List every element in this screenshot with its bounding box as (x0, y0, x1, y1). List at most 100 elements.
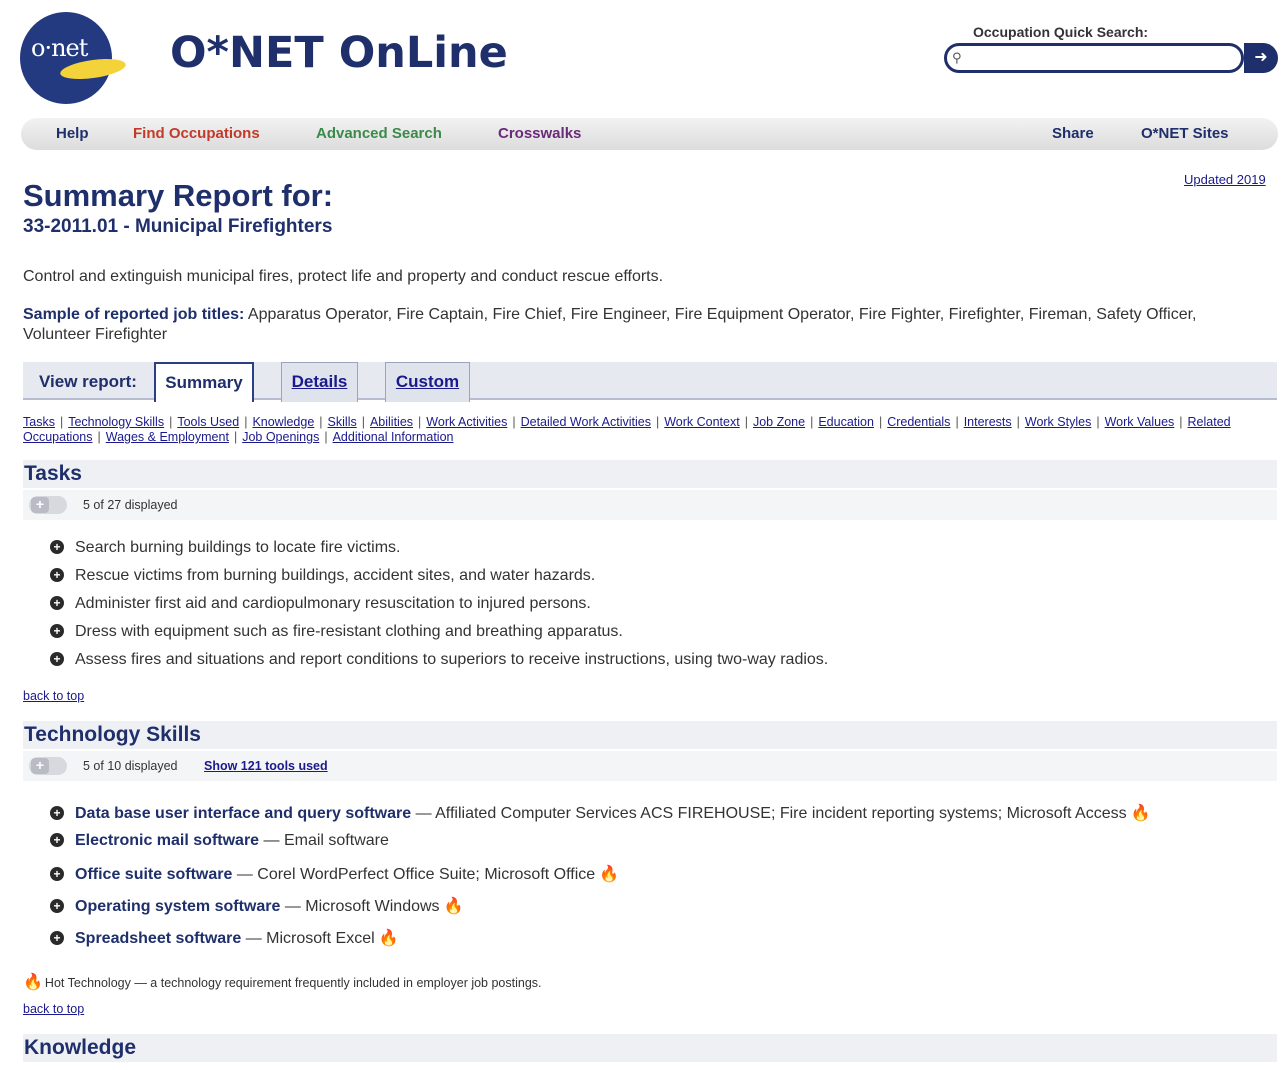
hot-technology-icon: 🔥 (443, 898, 464, 915)
link-separator: | (810, 415, 814, 429)
nav-onet-sites[interactable]: O*NET Sites (1141, 125, 1229, 142)
nav-advanced-search[interactable]: Advanced Search (316, 125, 442, 142)
view-report-label: View report: (39, 372, 137, 391)
expand-plus-icon: + (50, 568, 64, 582)
tech-item[interactable]: + Electronic mail software — Email softwa… (50, 832, 389, 850)
section-link[interactable]: Work Styles (1025, 415, 1091, 429)
task-item[interactable]: + Administer first aid and cardiopulmonar… (50, 595, 591, 613)
task-item[interactable]: + Search burning buildings to locate fire… (50, 539, 401, 557)
knowledge-heading: Knowledge (23, 1034, 1277, 1062)
tech-item[interactable]: + Spreadsheet software — Microsoft Excel 🔥 (50, 928, 399, 948)
link-separator: | (418, 415, 422, 429)
section-link[interactable]: Credentials (887, 415, 950, 429)
nav-help[interactable]: Help (56, 125, 89, 142)
hot-technology-icon: 🔥 (599, 866, 620, 883)
occupation-title: 33-2011.01 - Municipal Firefighters (23, 216, 333, 237)
back-to-top-link[interactable]: back to top (23, 1002, 84, 1016)
tab-summary[interactable]: Summary (154, 362, 254, 402)
tech-examples: — Email software (259, 832, 389, 849)
task-text: Assess fires and situations and report c… (75, 651, 829, 668)
section-link[interactable]: Abilities (370, 415, 413, 429)
section-link[interactable]: Work Values (1105, 415, 1175, 429)
link-separator: | (655, 415, 660, 429)
link-separator: | (319, 415, 323, 429)
link-separator: | (97, 430, 101, 444)
plus-icon: + (31, 497, 49, 513)
tasks-expand-toggle[interactable]: + (29, 496, 67, 514)
tech-examples: — Corel WordPerfect Office Suite; Micros… (232, 866, 596, 883)
section-link[interactable]: Wages & Employment (106, 430, 229, 444)
hot-technology-icon: 🔥 (1130, 805, 1151, 822)
quick-search-input[interactable] (944, 43, 1244, 73)
tasks-heading: Tasks (23, 460, 1277, 488)
section-link[interactable]: Job Openings (242, 430, 319, 444)
link-separator: | (1016, 415, 1020, 429)
link-separator: | (59, 415, 64, 429)
sample-label: Sample of reported job titles: (23, 306, 245, 323)
hot-technology-icon: 🔥 (378, 930, 399, 947)
section-link[interactable]: Detailed Work Activities (521, 415, 651, 429)
section-link[interactable]: Tasks (23, 415, 55, 429)
show-tools-link[interactable]: Show 121 tools used (204, 759, 328, 773)
link-separator: | (1179, 415, 1183, 429)
tab-details[interactable]: Details (281, 362, 358, 402)
nav-crosswalks[interactable]: Crosswalks (498, 125, 581, 142)
expand-plus-icon: + (50, 806, 64, 820)
section-link[interactable]: Additional Information (333, 430, 454, 444)
expand-plus-icon: + (50, 540, 64, 554)
tech-item[interactable]: + Operating system software — Microsoft W… (50, 896, 463, 916)
task-item[interactable]: + Dress with equipment such as fire-resis… (50, 623, 623, 641)
hot-note-text: Hot Technology — a technology requiremen… (44, 976, 542, 990)
updated-link[interactable]: Updated 2019 (1184, 172, 1266, 187)
tech-category: Spreadsheet software (75, 930, 242, 947)
task-item[interactable]: + Rescue victims from burning buildings, … (50, 567, 595, 585)
task-text: Administer first aid and cardiopulmonary… (75, 595, 591, 612)
section-link[interactable]: Education (818, 415, 874, 429)
hot-technology-note: 🔥 Hot Technology — a technology requireme… (23, 972, 542, 992)
tech-category: Operating system software (75, 898, 281, 915)
expand-plus-icon: + (50, 833, 64, 847)
link-separator: | (878, 415, 883, 429)
tech-expand-toggle[interactable]: + (29, 757, 67, 775)
expand-plus-icon: + (50, 624, 64, 638)
link-separator: | (512, 415, 516, 429)
main-nav: Help Find Occupations Advanced Search Cr… (21, 118, 1278, 150)
search-icon: ⚲ (952, 50, 962, 65)
back-to-top-link[interactable]: back to top (23, 689, 84, 703)
expand-plus-icon: + (50, 652, 64, 666)
tech-count: 5 of 10 displayed (83, 759, 178, 773)
expand-plus-icon: + (50, 867, 64, 881)
section-link[interactable]: Interests (964, 415, 1012, 429)
section-link[interactable]: Job Zone (753, 415, 805, 429)
section-link[interactable]: Work Context (664, 415, 740, 429)
tech-examples: — Microsoft Excel (241, 930, 375, 947)
tab-custom[interactable]: Custom (385, 362, 470, 402)
expand-plus-icon: + (50, 931, 64, 945)
link-separator: | (244, 415, 248, 429)
sample-job-titles: Sample of reported job titles: Apparatus… (23, 305, 1263, 345)
tech-item[interactable]: + Data base user interface and query soft… (50, 803, 1151, 823)
task-text: Search burning buildings to locate fire … (75, 539, 401, 556)
quick-search-go-button[interactable]: ➜ (1244, 43, 1278, 73)
tasks-count: 5 of 27 displayed (83, 498, 178, 512)
nav-find-occupations[interactable]: Find Occupations (133, 125, 260, 142)
plus-icon: + (31, 758, 49, 774)
link-separator: | (955, 415, 959, 429)
tech-skills-controls: + 5 of 10 displayed Show 121 tools used (23, 751, 1277, 781)
section-links: Tasks | Technology Skills | Tools Used | Knowl… (23, 415, 1277, 445)
nav-share[interactable]: Share (1052, 125, 1094, 142)
section-link[interactable]: Work Activities (426, 415, 507, 429)
section-link[interactable]: Knowledge (252, 415, 314, 429)
tasks-controls: + 5 of 27 displayed (23, 490, 1277, 520)
link-separator: | (233, 430, 238, 444)
section-link[interactable]: Skills (328, 415, 357, 429)
link-separator: | (1096, 415, 1100, 429)
tech-category: Office suite software (75, 866, 233, 883)
section-link[interactable]: Tools Used (177, 415, 239, 429)
task-item[interactable]: + Assess fires and situations and report … (50, 651, 828, 669)
tech-item[interactable]: + Office suite software — Corel WordPerfe… (50, 864, 619, 884)
section-link[interactable]: Technology Skills (68, 415, 164, 429)
quick-search-label: Occupation Quick Search: (973, 24, 1149, 40)
site-title[interactable]: O*NET OnLine (170, 28, 508, 78)
expand-plus-icon: + (50, 899, 64, 913)
